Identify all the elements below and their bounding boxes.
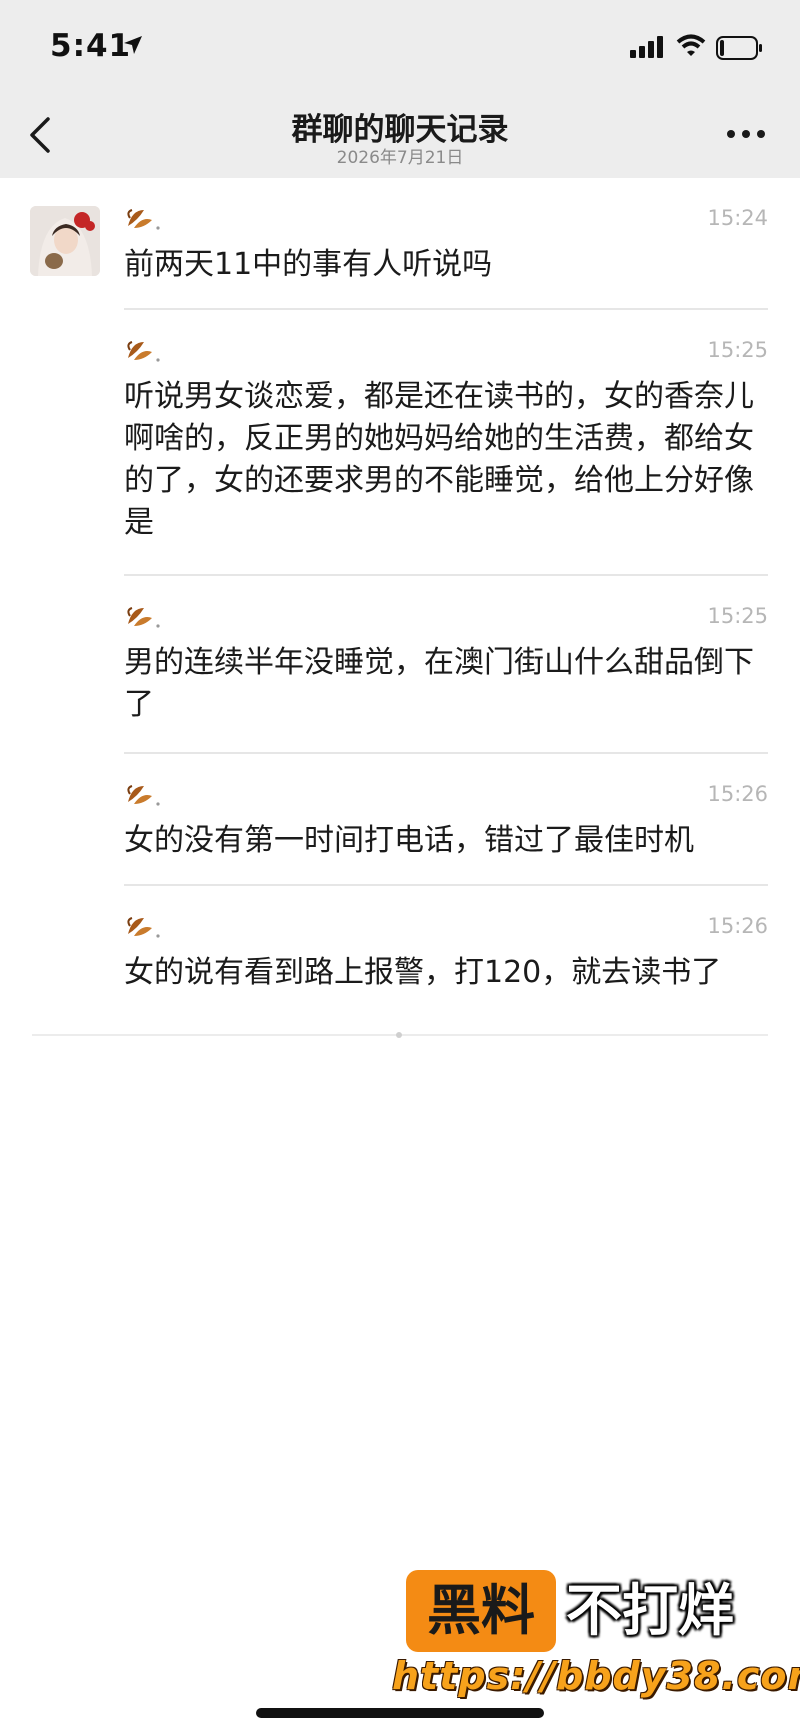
home-indicator[interactable]: [256, 1708, 544, 1718]
list-item: 15:25 听说男女谈恋爱，都是还在读书的，女的香奈儿啊啥的，反正男的她妈妈给她…: [124, 338, 768, 540]
list-item: 15:26 女的说有看到路上报警，打120，就去读书了: [124, 914, 768, 990]
avatar[interactable]: [30, 206, 100, 276]
list-item: 15:26 女的没有第一时间打电话，错过了最佳时机: [124, 782, 768, 858]
sender-nickname-emoji-icon: [127, 209, 160, 230]
battery-icon: [716, 36, 762, 60]
end-of-history-dot: [396, 1032, 402, 1038]
divider: [124, 884, 768, 886]
avatar-image: [30, 206, 100, 276]
message-time: 15:24: [707, 206, 768, 230]
sender-nickname-emoji-icon: [127, 341, 160, 362]
location-arrow-icon: [124, 36, 142, 54]
page-subtitle-date: 2026年7月21日: [336, 148, 464, 168]
divider: [124, 752, 768, 754]
message-time: 15:25: [707, 338, 768, 362]
cellular-signal-icon: [630, 36, 663, 58]
sender-nickname-emoji-icon: [127, 607, 160, 628]
message-text: 听说男女谈恋爱，都是还在读书的，女的香奈儿啊啥的，反正男的她妈妈给她的生活费，都…: [124, 379, 754, 540]
sender-nickname-emoji-icon: [127, 917, 160, 938]
message-text: 男的连续半年没睡觉，在澳门街山什么甜品倒下了: [124, 645, 754, 722]
message-time: 15:26: [707, 782, 768, 806]
wifi-icon: [676, 34, 706, 56]
divider: [124, 308, 768, 310]
message-time: 15:25: [707, 604, 768, 628]
divider: [124, 574, 768, 576]
status-time: 5:41: [50, 28, 132, 64]
watermark-badge: 黑料: [406, 1570, 556, 1652]
message-text: 女的没有第一时间打电话，错过了最佳时机: [124, 823, 694, 858]
sender-nickname-emoji-icon: [127, 785, 160, 806]
message-time: 15:26: [707, 914, 768, 938]
list-item: 15:25 男的连续半年没睡觉，在澳门街山什么甜品倒下了: [124, 604, 768, 722]
chat-history-header: 5:41 群聊的聊天记录 2026年7月21日: [0, 0, 800, 178]
list-item: 15:24 前两天11中的事有人听说吗: [124, 206, 768, 282]
watermark-text: 不打烊: [566, 1579, 734, 1644]
message-text: 前两天11中的事有人听说吗: [124, 247, 493, 282]
message-text: 女的说有看到路上报警，打120，就去读书了: [124, 955, 722, 990]
more-options-icon[interactable]: [726, 128, 766, 140]
watermark-url: https://bbdy38.com: [392, 1654, 800, 1698]
